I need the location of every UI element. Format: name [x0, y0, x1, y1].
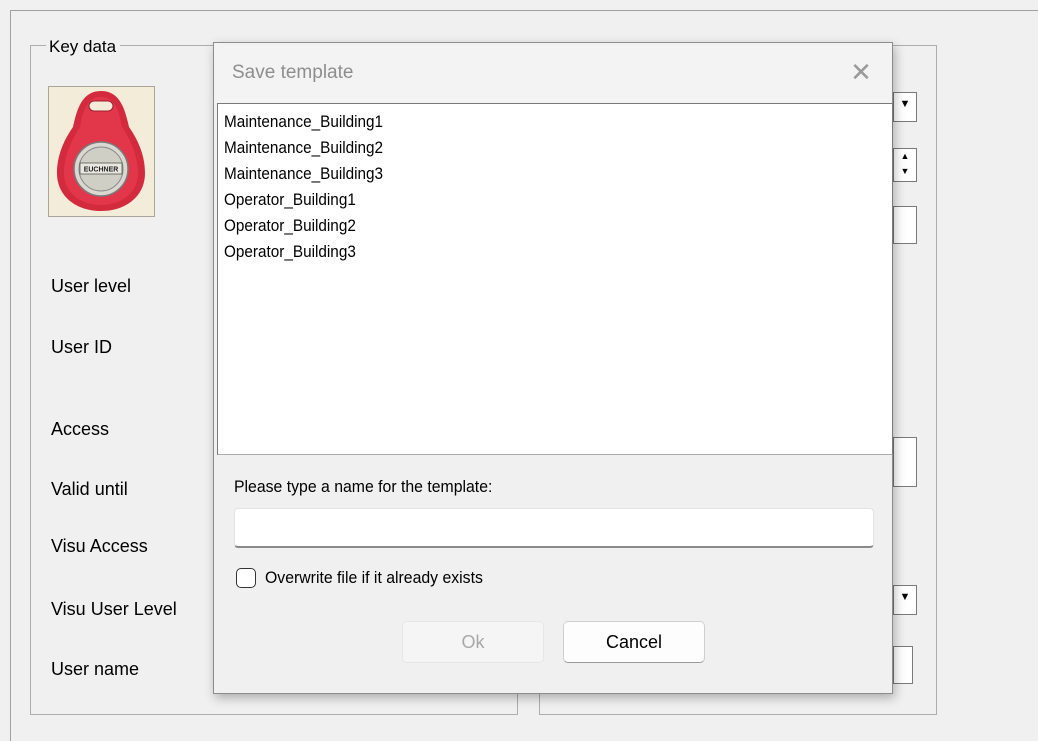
- visu-user-level-label: Visu User Level: [51, 599, 177, 619]
- template-list-item[interactable]: Maintenance_Building2: [224, 135, 825, 161]
- template-name-input[interactable]: [234, 508, 874, 548]
- close-icon[interactable]: ✕: [844, 57, 878, 89]
- overwrite-checkbox-label: Overwrite file if it already exists: [265, 568, 483, 587]
- template-list-item[interactable]: Operator_Building3: [224, 239, 825, 265]
- user-id-label: User ID: [51, 337, 113, 357]
- save-template-dialog: Save template ✕ Maintenance_Building1 Ma…: [213, 42, 893, 694]
- template-list-item[interactable]: Operator_Building2: [224, 213, 825, 239]
- user-name-label: User name: [51, 659, 140, 679]
- visu-access-label: Visu Access: [51, 536, 148, 556]
- cancel-button[interactable]: Cancel: [563, 621, 705, 663]
- valid-until-label: Valid until: [51, 479, 128, 499]
- svg-text:EUCHNER: EUCHNER: [84, 167, 119, 174]
- dialog-title: Save template: [232, 62, 354, 83]
- access-label: Access: [51, 419, 110, 439]
- user-level-label: User level: [51, 276, 132, 296]
- right-text-field-2[interactable]: [893, 437, 917, 487]
- right-text-field-3[interactable]: [893, 646, 913, 684]
- template-name-prompt: Please type a name for the template:: [234, 477, 493, 496]
- spinner-control[interactable]: ▲ ▼: [893, 148, 917, 182]
- template-list-item[interactable]: Operator_Building1: [224, 187, 825, 213]
- template-list[interactable]: Maintenance_Building1 Maintenance_Buildi…: [217, 103, 893, 455]
- key-fob-icon: EUCHNER: [57, 91, 145, 211]
- key-fob-image: EUCHNER: [48, 86, 155, 217]
- dropdown-arrow-1[interactable]: ▼: [893, 92, 917, 122]
- overwrite-checkbox-row[interactable]: Overwrite file if it already exists: [236, 565, 499, 591]
- template-list-item[interactable]: Maintenance_Building1: [224, 109, 825, 135]
- ok-button[interactable]: Ok: [402, 621, 544, 663]
- right-text-field-1[interactable]: [893, 206, 917, 244]
- dropdown-arrow-2[interactable]: ▼: [893, 585, 917, 615]
- key-data-group-title: Key data: [46, 37, 121, 57]
- dialog-titlebar: Save template ✕: [214, 43, 892, 103]
- template-list-item[interactable]: Maintenance_Building3: [224, 161, 825, 187]
- overwrite-checkbox[interactable]: [236, 568, 256, 588]
